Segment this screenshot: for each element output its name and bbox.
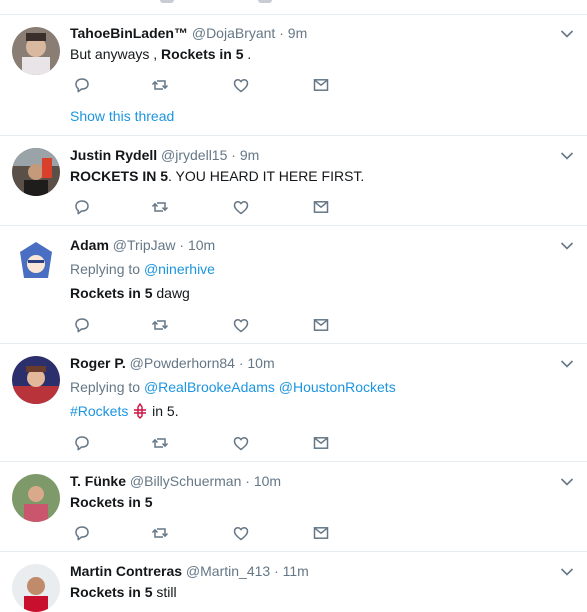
separator-dot: · <box>179 237 185 253</box>
message-icon[interactable] <box>312 76 330 94</box>
display-name[interactable]: TahoeBinLaden™ <box>70 25 188 41</box>
user-handle[interactable]: @Martin_413 <box>186 563 270 579</box>
display-name[interactable]: Adam <box>70 237 109 253</box>
user-handle[interactable]: @BillySchuerman <box>130 473 241 489</box>
timestamp[interactable]: 10m <box>254 473 281 489</box>
tweet-text: #Rockets in 5. <box>70 402 179 419</box>
tweet-actions <box>70 524 350 542</box>
tweet[interactable]: T. Fünke @BillySchuerman · 10m Rockets i… <box>0 462 587 552</box>
reply-icon[interactable] <box>73 198 91 216</box>
reply-icon <box>160 0 174 3</box>
timestamp[interactable]: 10m <box>247 355 274 371</box>
chevron-down-icon[interactable] <box>560 241 574 251</box>
separator-dot: · <box>238 355 244 371</box>
timestamp[interactable]: 9m <box>288 25 307 41</box>
message-icon[interactable] <box>312 434 330 452</box>
tweet[interactable]: Roger P. @Powderhorn84 · 10m Replying to… <box>0 344 587 462</box>
reply-icon[interactable] <box>73 524 91 542</box>
separator-dot: · <box>245 473 250 489</box>
retweet-icon[interactable] <box>151 198 169 216</box>
avatar[interactable] <box>12 474 60 522</box>
avatar[interactable] <box>12 238 60 286</box>
like-icon[interactable] <box>232 76 250 94</box>
tweet-actions <box>70 434 350 452</box>
message-icon[interactable] <box>312 198 330 216</box>
timestamp[interactable]: 10m <box>188 237 215 253</box>
show-thread-link[interactable]: Show this thread <box>70 108 174 124</box>
tweet[interactable]: TahoeBinLaden™ @DojaBryant · 9m But anyw… <box>0 15 587 136</box>
replying-to: Replying to @RealBrookeAdams @HoustonRoc… <box>70 379 396 395</box>
tweet-actions <box>70 316 350 334</box>
retweet-icon <box>258 0 272 3</box>
reply-icon[interactable] <box>73 76 91 94</box>
retweet-icon[interactable] <box>151 316 169 334</box>
avatar[interactable] <box>12 356 60 404</box>
rockets-logo-icon <box>134 402 147 419</box>
mention-link[interactable]: @HoustonRockets <box>279 379 396 395</box>
tweet[interactable]: Adam @TripJaw · 10m Replying to @ninerhi… <box>0 226 587 344</box>
display-name[interactable]: Martin Contreras <box>70 563 182 579</box>
tweet-actions <box>70 76 350 94</box>
retweet-icon[interactable] <box>151 524 169 542</box>
chevron-down-icon[interactable] <box>560 477 574 487</box>
previous-tweet-fragment <box>0 0 587 15</box>
like-icon[interactable] <box>232 198 250 216</box>
avatar[interactable] <box>12 27 60 75</box>
chevron-down-icon[interactable] <box>560 567 574 577</box>
tweet-text: ROCKETS IN 5. YOU HEARD IT HERE FIRST. <box>70 168 365 184</box>
like-icon[interactable] <box>232 434 250 452</box>
reply-icon[interactable] <box>73 316 91 334</box>
reply-icon[interactable] <box>73 434 91 452</box>
retweet-icon[interactable] <box>151 76 169 94</box>
message-icon[interactable] <box>312 316 330 334</box>
chevron-down-icon[interactable] <box>560 359 574 369</box>
like-icon[interactable] <box>232 316 250 334</box>
separator-dot: · <box>231 147 236 163</box>
display-name[interactable]: T. Fünke <box>70 473 126 489</box>
tweet[interactable]: Martin Contreras @Martin_413 · 11m Rocke… <box>0 552 587 612</box>
chevron-down-icon[interactable] <box>560 29 574 39</box>
separator-dot: · <box>274 563 279 579</box>
tweet-text: Rockets in 5 <box>70 494 153 510</box>
mention-link[interactable]: @ninerhive <box>144 261 215 277</box>
user-handle[interactable]: @Powderhorn84 <box>130 355 235 371</box>
message-icon[interactable] <box>312 524 330 542</box>
tweet[interactable]: Justin Rydell @jrydell15 · 9m ROCKETS IN… <box>0 136 587 226</box>
hashtag-link[interactable]: #Rockets <box>70 403 128 419</box>
replying-to: Replying to @ninerhive <box>70 261 215 277</box>
timestamp[interactable]: 11m <box>283 563 309 579</box>
tweet-text: Rockets in 5 still <box>70 584 177 600</box>
avatar[interactable] <box>12 564 60 612</box>
mention-link[interactable]: @RealBrookeAdams <box>144 379 275 395</box>
user-handle[interactable]: @TripJaw <box>113 237 176 253</box>
avatar[interactable] <box>12 148 60 196</box>
tweet-actions <box>70 198 350 216</box>
separator-dot: · <box>279 25 284 41</box>
like-icon[interactable] <box>232 524 250 542</box>
user-handle[interactable]: @DojaBryant <box>192 25 275 41</box>
tweet-text: Rockets in 5 dawg <box>70 285 190 301</box>
display-name[interactable]: Justin Rydell <box>70 147 157 163</box>
timestamp[interactable]: 9m <box>240 147 259 163</box>
display-name[interactable]: Roger P. <box>70 355 126 371</box>
tweet-text: But anyways , Rockets in 5 . <box>70 46 252 62</box>
retweet-icon[interactable] <box>151 434 169 452</box>
user-handle[interactable]: @jrydell15 <box>161 147 227 163</box>
chevron-down-icon[interactable] <box>560 151 574 161</box>
